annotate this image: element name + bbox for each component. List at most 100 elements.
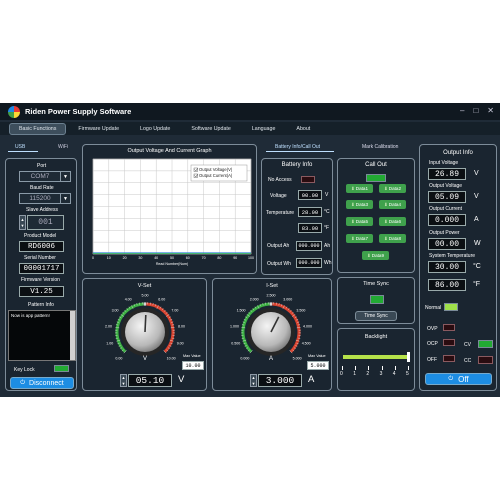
menu-language[interactable]: Language [243,124,285,134]
knob-scale-label: 5.00 [142,293,149,297]
menu-logo-update[interactable]: Logo Update [131,124,179,134]
off-indicator [443,355,455,362]
legend-label: Output Voltage(V) [199,167,233,172]
tab-wifi[interactable]: WiFi [58,144,68,150]
output-voltage-value: 05.09 [428,191,466,203]
call-out-data1-button[interactable]: ⬇ Data1 [346,184,373,193]
tab-battery-info-call-out[interactable]: Battery Info/Call Out [275,144,320,150]
call-out-button-label: Data8 [388,236,402,241]
iset-title: I-Set [266,283,278,289]
call-out-button-label: Data5 [355,219,369,224]
menu-software-update[interactable]: Software Update [182,124,239,134]
knob-scale-label: 4.000 [303,325,312,329]
download-icon: ⬇ [350,218,355,224]
knob-scale-label: 4.500 [302,342,311,346]
battery-title: Battery Info [281,162,313,168]
baud-value: 115200 [19,193,61,204]
time-sync-button[interactable]: Time Sync [355,311,397,321]
battery-voltage-value: 00.00 [298,190,322,200]
knob-scale-label: 2.500 [267,293,276,297]
output-info-panel: Output Info Input Voltage 26.89 V Output… [419,144,497,391]
iset-value[interactable]: 3.000 [258,374,302,387]
knob-scale-label: 0.500 [231,342,240,346]
knob-scale-label: 7.00 [171,309,178,313]
call-out-button-label: Data3 [355,202,369,207]
knob-scale-label: 5.000 [293,356,302,360]
backlight-tick-label: 2 [366,371,370,377]
battery-info-panel: Battery Info No Access Voltage 00.00 V T… [261,158,333,275]
cv-indicator [478,340,493,348]
call-out-data5-button[interactable]: ⬇ Data5 [346,217,373,226]
x-tick-label: 50 [170,256,174,260]
chevron-down-icon[interactable]: ▼ [61,171,71,182]
graph-panel: Output Voltage And Current Graph 0 10 20 30… [82,144,257,274]
graph-chart: 0 10 20 30 40 50 60 70 80 90 100 Read Number(Num) Ou… [92,158,254,266]
battery-voltage-unit: V [325,192,329,198]
pattern-textbox[interactable]: Now is app pattern! [8,310,76,361]
backlight-tick-label: 4 [392,371,396,377]
download-icon: ⬇ [383,235,388,241]
call-out-data6-button[interactable]: ⬇ Data6 [379,217,406,226]
menu-about[interactable]: About [287,124,319,134]
baud-select[interactable]: 115200 ▼ [19,193,71,204]
call-out-data4-button[interactable]: ⬇ Data4 [379,200,406,209]
maximize-icon[interactable]: □ [473,106,478,115]
connection-panel: Port COM7 ▼ Baud Rate 115200 ▼ Slave Add… [5,158,77,391]
menu-basic-functions[interactable]: Basic Functions [9,122,67,135]
menu-bar: Basic Functions Firmware Update Logo Upd… [0,122,500,135]
vset-max-input[interactable]: 10.00 [182,361,204,370]
input-voltage-label: Input Voltage [429,160,459,166]
battery-temp-c-value: 28.00 [298,207,322,217]
call-out-data3-button[interactable]: ⬇ Data3 [346,200,373,209]
output-ah-value: 000.000 [296,241,322,251]
minimize-icon[interactable]: – [460,106,464,115]
battery-voltage-label: Voltage [270,193,287,199]
x-tick-label: 40 [154,256,158,260]
menu-firmware-update[interactable]: Firmware Update [69,124,128,134]
vset-unit: V [178,374,185,385]
download-icon: ⬇ [366,252,371,258]
output-power-label: Output Power [429,230,460,236]
legend-label: Output Current(A) [199,173,233,178]
close-icon[interactable]: ✕ [487,106,494,115]
iset-max-input[interactable]: 5.000 [307,361,329,370]
arrow-down-icon[interactable]: ▼ [252,381,256,387]
slave-value[interactable]: 001 [27,215,64,230]
call-out-data9-button[interactable]: ⬇ Data9 [362,251,389,260]
knob-scale-label: 3.000 [283,297,292,301]
system-temp-label: System Temperature [429,253,476,259]
tab-mark-calibration[interactable]: Mark Calibration [362,144,398,150]
baud-label: Baud Rate [30,185,54,191]
ovp-indicator [443,324,455,331]
chevron-down-icon[interactable]: ▼ [61,193,71,204]
plug-icon: ⏻ [20,379,26,386]
arrow-down-icon[interactable]: ▼ [21,223,25,229]
backlight-slider-handle[interactable] [407,352,410,362]
app-logo-icon [8,105,20,118]
graph-title: Output Voltage And Current Graph [127,148,212,154]
output-info-title: Output Info [443,150,473,156]
vset-stepper[interactable]: ▲ ▼ [120,374,127,387]
system-temp-c-unit: °C [473,263,481,270]
iset-unit: A [308,374,315,385]
knob-scale-label: 1.00 [106,342,113,346]
vset-value[interactable]: 05.10 [128,374,172,387]
output-off-button[interactable]: ⏻ Off [425,373,492,385]
call-out-data8-button[interactable]: ⬇ Data8 [379,234,406,243]
graph-legend: Output Voltage(V)Output Current(A) [190,164,248,182]
disconnect-button[interactable]: ⏻ Disconnect [10,377,74,389]
x-tick-label: 30 [138,256,142,260]
scrollbar[interactable] [70,311,75,360]
backlight-panel: Backlight 0 1 2 3 4 5 [337,328,415,391]
knob-scale-label: 8.00 [178,325,185,329]
call-out-data7-button[interactable]: ⬇ Data7 [346,234,373,243]
port-select[interactable]: COM7 ▼ [19,171,71,182]
tab-usb[interactable]: USB [15,144,25,150]
call-out-data2-button[interactable]: ⬇ Data2 [379,184,406,193]
port-value: COM7 [19,171,61,182]
call-out-indicator [366,174,386,182]
iset-stepper[interactable]: ▲ ▼ [250,374,257,387]
slave-stepper[interactable]: ▲ ▼ [19,215,26,230]
x-tick-label: 100 [248,256,254,260]
arrow-down-icon[interactable]: ▼ [122,381,126,387]
